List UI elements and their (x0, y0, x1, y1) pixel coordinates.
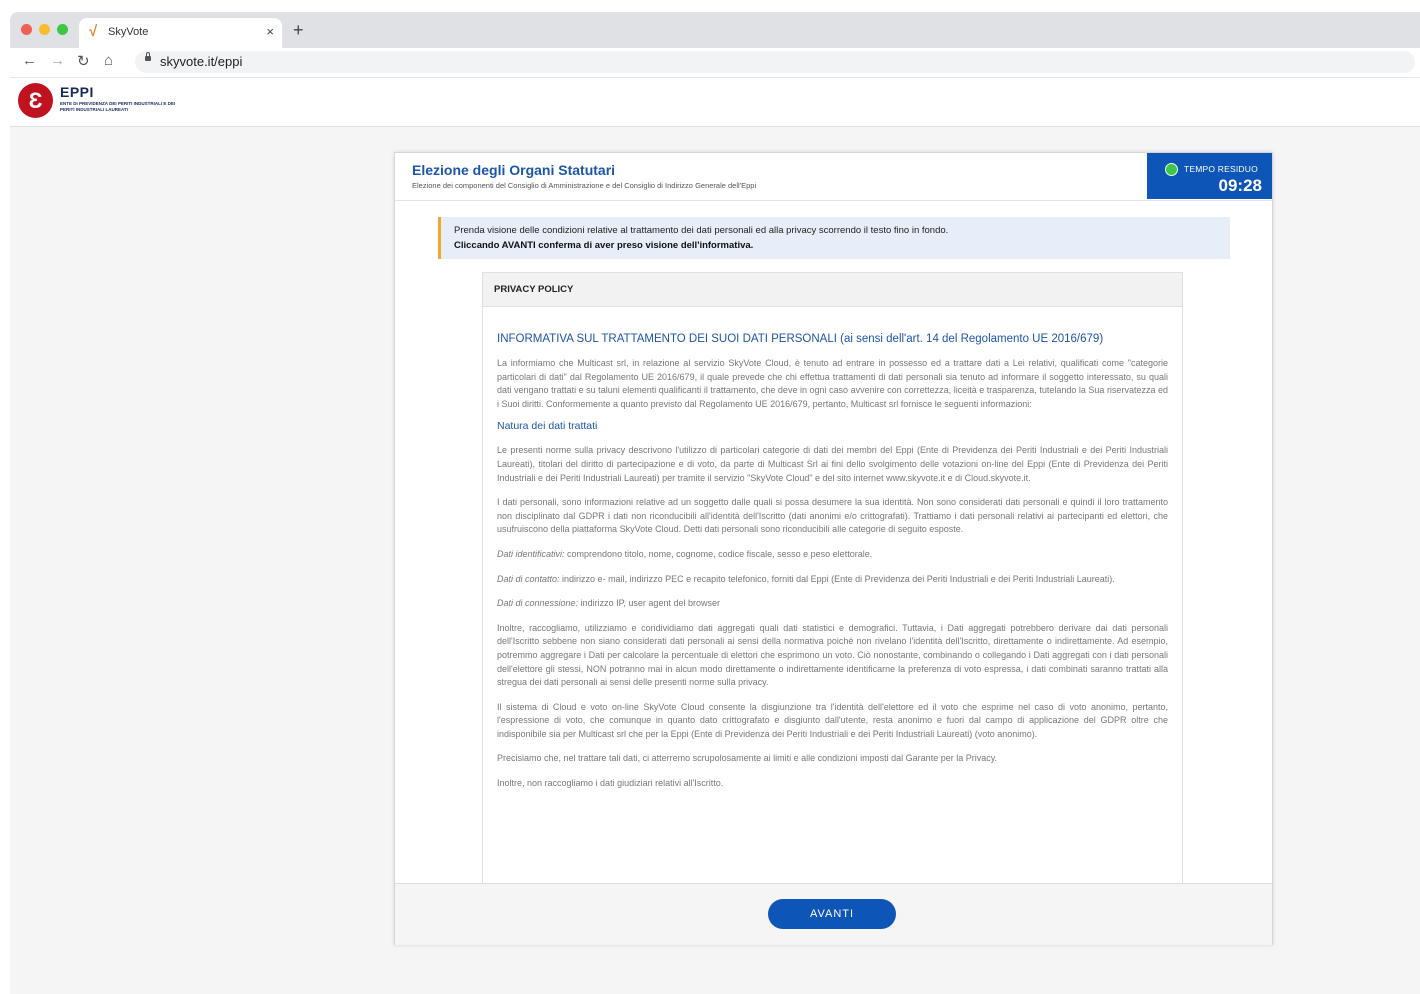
policy-header: PRIVACY POLICY (483, 273, 1182, 307)
back-arrow-icon[interactable]: ← (22, 52, 37, 69)
policy-term-text: indirizzo IP, user agent del browser (578, 598, 720, 609)
policy-paragraph: Il sistema di Cloud e voto on-line SkyVo… (497, 701, 1168, 739)
privacy-notice: Prenda visione delle condizioni relative… (438, 217, 1230, 259)
policy-paragraph: Inoltre, raccogliamo, utilizziamo e cond… (497, 622, 1168, 688)
policy-paragraph: I dati personali, sono informazioni rela… (497, 497, 1168, 535)
policy-paragraph: Le presenti norme sulla privacy descrivo… (497, 445, 1168, 483)
policy-paragraph: Inoltre, non raccogliamo i dati giudizia… (497, 778, 724, 789)
tab-skyvote[interactable]: √ SkyVote × (79, 18, 282, 48)
notice-text: Prenda visione delle condizioni relative… (454, 225, 949, 236)
policy-paragraph: Dati identificativi: comprendono titolo,… (497, 548, 1168, 562)
logo-title: EPPI (60, 84, 94, 100)
close-window-button[interactable] (21, 24, 32, 35)
policy-term: Dati di contatto: (497, 573, 560, 584)
page-title: Elezione degli Organi Statutari (412, 162, 616, 178)
policy-title: INFORMATIVA SUL TRATTAMENTO DEI SUOI DAT… (497, 333, 1104, 345)
close-tab-icon[interactable]: × (266, 24, 274, 39)
policy-paragraph: La informiamo che Multicast srl, in rela… (497, 358, 1168, 409)
policy-term: Dati di connessione: (497, 598, 579, 609)
policy-section-heading: Natura dei dati trattati (497, 420, 598, 433)
policy-term: Dati identificativi: (497, 548, 565, 559)
policy-paragraph: Dati di contatto: indirizzo e- mail, ind… (497, 573, 1168, 587)
skyvote-favicon-icon: √ (89, 23, 98, 40)
policy-term-text: indirizzo e- mail, indirizzo PEC e recap… (559, 573, 1115, 584)
policy-paragraph: Dati di connessione: indirizzo IP, user … (497, 597, 1168, 611)
lock-icon (145, 52, 151, 61)
forward-arrow-icon[interactable]: → (50, 52, 65, 69)
url-text[interactable]: skyvote.it/eppi (160, 54, 242, 69)
browser-toolbar: ← → ↻ ⌂ skyvote.it/eppi (10, 48, 1420, 78)
privacy-policy-panel[interactable]: PRIVACY POLICY INFORMATIVA SUL TRATTAMEN… (482, 272, 1183, 885)
avanti-button[interactable]: AVANTI (768, 899, 896, 929)
policy-header-label: PRIVACY POLICY (494, 284, 574, 295)
eppi-logo-icon[interactable]: Ɛ (18, 83, 53, 118)
timer-label: TEMPO RESIDUO (1184, 164, 1258, 174)
divider (395, 200, 1272, 201)
timer-value: 09:28 (1218, 176, 1262, 195)
notice-confirm-text: Cliccando AVANTI conferma di aver preso … (454, 240, 754, 251)
tab-strip: √ SkyVote × + (10, 12, 1420, 48)
page-subtitle: Elezione dei componenti del Consiglio di… (412, 181, 757, 190)
tab-title: SkyVote (108, 26, 149, 38)
site-header: Ɛ EPPI ENTE DI PREVIDENZA DEI PERITI IND… (10, 78, 1420, 127)
policy-body: INFORMATIVA SUL TRATTAMENTO DEI SUOI DAT… (497, 333, 1168, 802)
new-tab-button[interactable]: + (293, 20, 304, 41)
home-icon[interactable]: ⌂ (104, 52, 113, 69)
logo-subtitle: ENTE DI PREVIDENZA DEI PERITI INDUSTRIAL… (60, 101, 176, 112)
address-bar[interactable]: skyvote.it/eppi (135, 51, 1415, 73)
card-footer: AVANTI (395, 883, 1272, 945)
policy-term-text: comprendono titolo, nome, cognome, codic… (564, 548, 873, 559)
election-card: Elezione degli Organi Statutari Elezione… (394, 152, 1273, 945)
browser-window: √ SkyVote × + ← → ↻ ⌂ skyvote.it/eppi Ɛ … (10, 12, 1420, 994)
reload-icon[interactable]: ↻ (77, 52, 90, 70)
remaining-time-box: TEMPO RESIDUO 09:28 (1147, 153, 1272, 199)
status-dot-icon (1165, 163, 1178, 176)
policy-paragraph: Precisiamo che, nel trattare tali dati, … (497, 753, 998, 764)
maximize-window-button[interactable] (57, 24, 68, 35)
minimize-window-button[interactable] (39, 24, 50, 35)
